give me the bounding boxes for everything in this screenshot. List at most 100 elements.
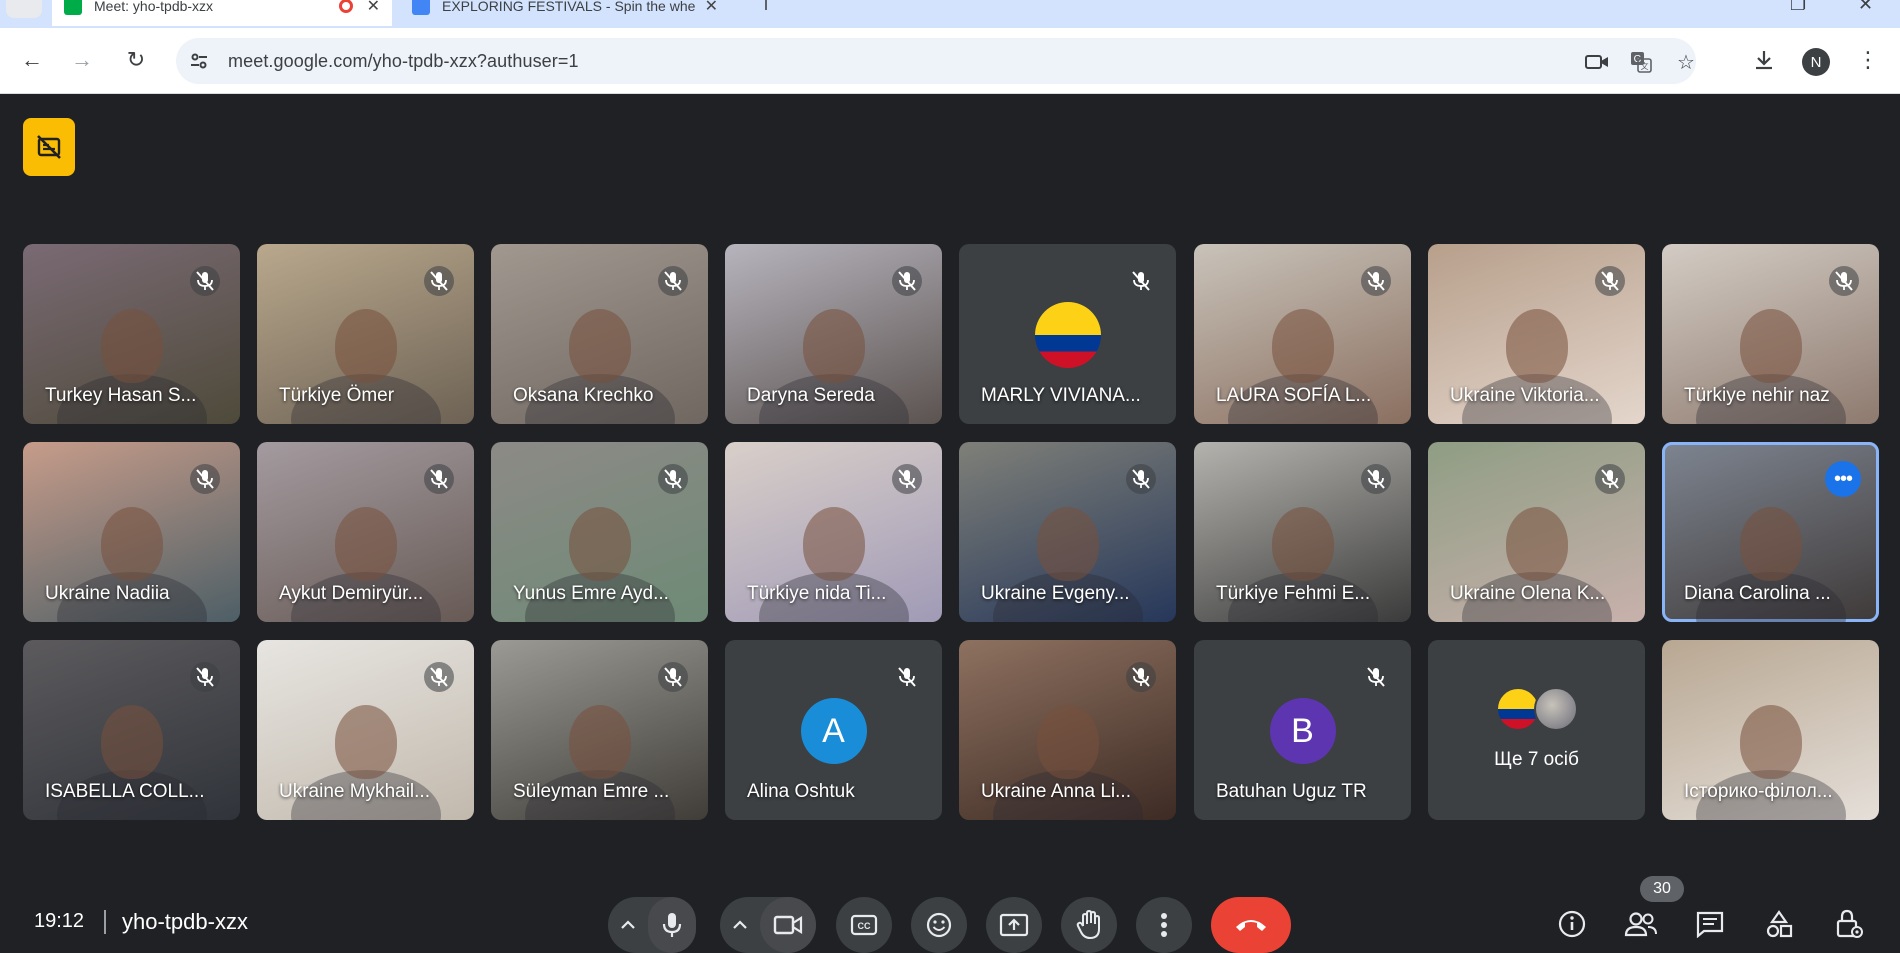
participant-name: MARLY VIVIANA...	[981, 385, 1141, 406]
participant-name: Ukraine Nadiia	[45, 583, 170, 604]
videocam-icon	[773, 915, 803, 935]
tab-search-button[interactable]	[6, 0, 42, 18]
video-feed	[1036, 704, 1099, 779]
participant-count-badge: 30	[1640, 876, 1684, 902]
participant-name: Ukraine Olena K...	[1450, 583, 1606, 604]
tab-meet[interactable]: Meet: yho-tpdb-xzx ✕	[52, 0, 392, 26]
mic-off-icon	[1829, 266, 1859, 296]
participant-name: Diana Carolina ...	[1684, 583, 1831, 604]
profile-avatar[interactable]: N	[1802, 48, 1830, 76]
video-feed	[1739, 704, 1802, 779]
participant-tile[interactable]: B Batuhan Uguz TR	[1194, 640, 1411, 820]
participant-tile[interactable]: Ukraine Olena K...	[1428, 442, 1645, 622]
mic-off-icon	[892, 662, 922, 692]
participant-tile[interactable]: Ukraine Evgeny...	[959, 442, 1176, 622]
bookmark-star-icon[interactable]: ☆	[1673, 49, 1699, 75]
video-feed	[568, 308, 631, 383]
captions-off-badge[interactable]	[23, 118, 75, 176]
participant-tile[interactable]: Ukraine Viktoria...	[1428, 244, 1645, 424]
more-options-button[interactable]	[1136, 897, 1192, 953]
mic-off-icon	[1126, 266, 1156, 296]
leave-call-button[interactable]	[1211, 897, 1291, 953]
site-settings-icon[interactable]	[188, 50, 210, 72]
video-feed	[1036, 506, 1099, 581]
participant-tile[interactable]: Türkiye Ömer	[257, 244, 474, 424]
more-participants-tile[interactable]: Ще 7 осіб	[1428, 640, 1645, 820]
participant-tile[interactable]: Історико-філол...	[1662, 640, 1879, 820]
mic-off-icon	[1595, 266, 1625, 296]
video-feed	[1271, 506, 1334, 581]
forward-arrow-icon[interactable]: →	[68, 46, 96, 74]
browser-menu-icon[interactable]: ⋮	[1854, 46, 1882, 74]
raise-hand-button[interactable]	[1061, 897, 1117, 953]
participant-tile[interactable]: MARLY VIVIANA...	[959, 244, 1176, 424]
activities-icon[interactable]	[1759, 904, 1799, 944]
mic-off-icon	[1126, 464, 1156, 494]
reactions-button[interactable]	[911, 897, 967, 953]
video-feed	[802, 506, 865, 581]
participant-tile[interactable]: A Alina Oshtuk	[725, 640, 942, 820]
participant-name: Batuhan Uguz TR	[1216, 781, 1367, 802]
more-participants-label: Ще 7 осіб	[1494, 749, 1579, 770]
reload-icon[interactable]: ↻	[122, 46, 150, 74]
meeting-time: 19:12	[34, 910, 85, 932]
participant-tile[interactable]: Ukraine Mykhail...	[257, 640, 474, 820]
participant-name: Alina Oshtuk	[747, 781, 855, 802]
host-controls-lock-icon[interactable]	[1828, 904, 1868, 944]
camera-in-use-icon[interactable]	[1584, 49, 1610, 75]
video-feed	[1505, 506, 1568, 581]
participant-tile[interactable]: Oksana Krechko	[491, 244, 708, 424]
close-tab-icon[interactable]: ✕	[705, 0, 718, 16]
participant-tile[interactable]: Ukraine Nadiia	[23, 442, 240, 622]
participant-tile[interactable]: LAURA SOFÍA L...	[1194, 244, 1411, 424]
google-meet-favicon-icon	[64, 0, 82, 15]
participant-tile[interactable]: Aykut Demiryür...	[257, 442, 474, 622]
participant-tile[interactable]: Türkiye nehir naz	[1662, 244, 1879, 424]
participant-tile[interactable]: Daryna Sereda	[725, 244, 942, 424]
tab-festivals[interactable]: EXPLORING FESTIVALS - Spin the whe ✕	[400, 0, 730, 26]
download-icon[interactable]	[1750, 46, 1778, 74]
chat-icon[interactable]	[1690, 904, 1730, 944]
participant-tile[interactable]: Ukraine Anna Li...	[959, 640, 1176, 820]
meeting-code[interactable]: yho-tpdb-xzx	[122, 909, 248, 935]
back-arrow-icon[interactable]: ←	[18, 46, 46, 74]
captions-button[interactable]: CC	[836, 897, 892, 953]
translate-icon[interactable]: G文	[1628, 49, 1654, 75]
participant-tile[interactable]: Diana Carolina ... •••	[1662, 442, 1879, 622]
participant-name: Turkey Hasan S...	[45, 385, 197, 406]
video-feed	[1271, 308, 1334, 383]
participant-tile[interactable]: ISABELLA COLL...	[23, 640, 240, 820]
mic-off-icon	[1361, 662, 1391, 692]
present-screen-button[interactable]	[986, 897, 1042, 953]
mic-off-icon	[424, 266, 454, 296]
audio-options-chevron-icon[interactable]	[608, 920, 648, 930]
participant-name: Türkiye nida Ti...	[747, 583, 887, 604]
participant-name: Türkiye Ömer	[279, 385, 395, 406]
people-icon[interactable]	[1621, 904, 1661, 944]
toggle-camera-button[interactable]	[760, 897, 816, 953]
video-feed	[334, 704, 397, 779]
hand-icon	[1076, 910, 1100, 940]
participant-tile[interactable]: Süleyman Emre ...	[491, 640, 708, 820]
mic-off-icon	[1361, 464, 1391, 494]
video-options-chevron-icon[interactable]	[720, 920, 760, 930]
close-tab-icon[interactable]: ✕	[367, 0, 380, 16]
mic-off-icon	[892, 464, 922, 494]
participant-name: Ukraine Evgeny...	[981, 583, 1130, 604]
video-feed	[1505, 308, 1568, 383]
participant-name: Історико-філол...	[1684, 781, 1833, 802]
participant-avatar: B	[1269, 698, 1336, 764]
restore-window-icon[interactable]: ❐	[1790, 0, 1806, 15]
participant-avatar: A	[800, 698, 867, 764]
close-window-icon[interactable]: ✕	[1858, 0, 1873, 15]
toggle-mic-button[interactable]	[648, 897, 696, 953]
participant-tile[interactable]: Türkiye nida Ti...	[725, 442, 942, 622]
more-options-icon[interactable]: •••	[1825, 461, 1861, 497]
participant-tile[interactable]: Turkey Hasan S...	[23, 244, 240, 424]
video-feed	[100, 506, 163, 581]
mic-off-icon	[424, 464, 454, 494]
meeting-details-icon[interactable]	[1552, 904, 1592, 944]
participant-tile[interactable]: Yunus Emre Ayd...	[491, 442, 708, 622]
address-bar[interactable]: meet.google.com/yho-tpdb-xzx?authuser=1 …	[176, 38, 1696, 84]
participant-tile[interactable]: Türkiye Fehmi E...	[1194, 442, 1411, 622]
